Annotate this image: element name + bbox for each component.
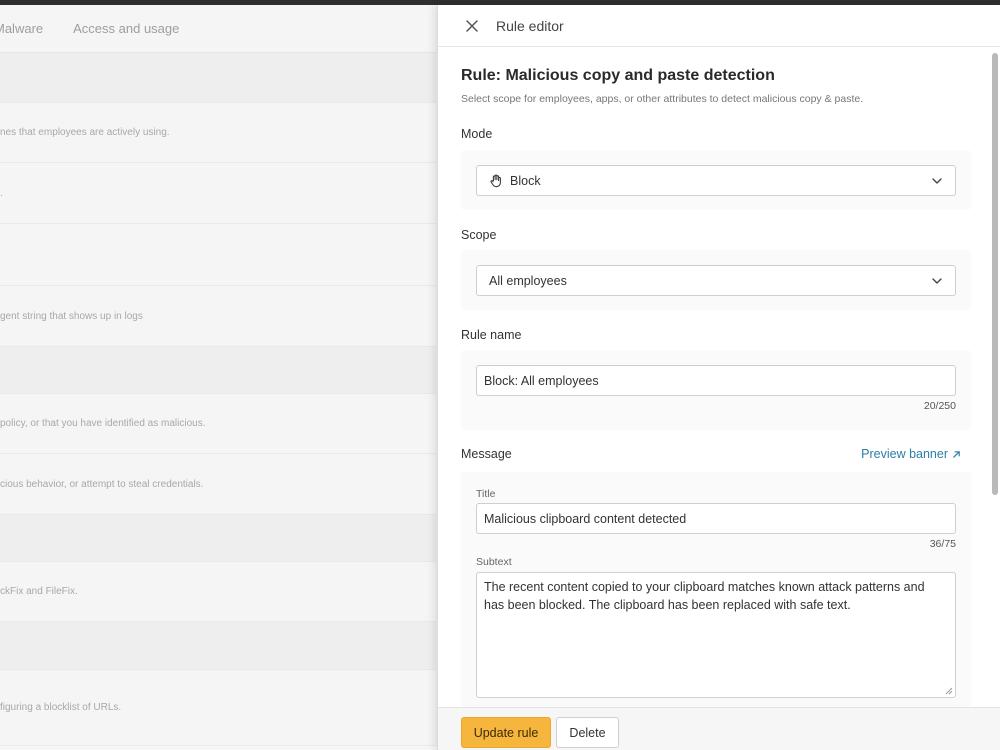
background-row: gent string that shows up in logs bbox=[0, 286, 436, 347]
background-section-header bbox=[0, 53, 436, 103]
delete-button[interactable]: Delete bbox=[556, 717, 619, 748]
background-section-header bbox=[0, 622, 436, 670]
panel-body: Rule: Malicious copy and paste detection… bbox=[438, 47, 990, 707]
close-icon bbox=[466, 19, 478, 32]
background-section-header bbox=[0, 347, 436, 394]
background-tabs: Malware Access and usage bbox=[0, 5, 436, 53]
message-title-counter: 36/75 bbox=[929, 538, 956, 550]
rule-description: Select scope for employees, apps, or oth… bbox=[461, 93, 864, 105]
message-subtext-value: The recent content copied to your clipbo… bbox=[484, 580, 925, 612]
background-row: . bbox=[0, 163, 436, 224]
panel-footer: Update rule Delete bbox=[438, 707, 1000, 750]
rule-editor-panel: Rule editor Rule: Malicious copy and pas… bbox=[437, 5, 1000, 750]
message-label: Message bbox=[461, 447, 512, 461]
background-page: Malware Access and usage nes that employ… bbox=[0, 5, 436, 750]
close-button[interactable] bbox=[457, 11, 487, 41]
message-title-label: Title bbox=[476, 488, 496, 500]
background-row bbox=[0, 224, 436, 286]
background-row: cious behavior, or attempt to steal cred… bbox=[0, 454, 436, 515]
message-subtext-textarea[interactable]: The recent content copied to your clipbo… bbox=[476, 572, 956, 698]
rule-title: Rule: Malicious copy and paste detection bbox=[461, 67, 775, 84]
panel-header: Rule editor bbox=[438, 5, 1000, 47]
preview-banner-link[interactable]: Preview banner bbox=[861, 447, 961, 461]
tab-access-and-usage[interactable]: Access and usage bbox=[73, 21, 179, 36]
tab-malware[interactable]: Malware bbox=[0, 21, 43, 36]
scope-label: Scope bbox=[461, 228, 497, 242]
background-row: figuring a blocklist of URLs. bbox=[0, 670, 436, 746]
background-section-header bbox=[0, 515, 436, 562]
rule-name-input[interactable]: Block: All employees bbox=[476, 365, 956, 396]
chevron-down-icon bbox=[932, 178, 942, 184]
update-rule-button[interactable]: Update rule bbox=[461, 717, 551, 748]
mode-select[interactable]: Block bbox=[476, 165, 956, 196]
message-subtext-label: Subtext bbox=[476, 556, 512, 568]
background-row: policy, or that you have identified as m… bbox=[0, 394, 436, 454]
resize-grip-icon[interactable] bbox=[945, 687, 953, 695]
scope-value: All employees bbox=[489, 273, 567, 288]
mode-value: Block bbox=[510, 173, 541, 188]
hand-stop-icon bbox=[489, 174, 503, 188]
message-title-input[interactable]: Malicious clipboard content detected bbox=[476, 503, 956, 534]
rule-name-field-box: Block: All employees 20/250 bbox=[461, 350, 971, 430]
rule-name-label: Rule name bbox=[461, 328, 522, 342]
external-link-icon bbox=[953, 450, 960, 458]
background-row: ckFix and FileFix. bbox=[0, 562, 436, 622]
panel-title: Rule editor bbox=[496, 17, 564, 34]
rule-name-counter: 20/250 bbox=[923, 400, 956, 412]
scope-select[interactable]: All employees bbox=[476, 265, 956, 296]
mode-field-box: Block bbox=[461, 150, 971, 210]
mode-label: Mode bbox=[461, 127, 493, 141]
panel-scrollbar[interactable] bbox=[992, 53, 998, 495]
chevron-down-icon bbox=[932, 278, 942, 284]
preview-banner-label: Preview banner bbox=[861, 447, 948, 461]
scope-field-box: All employees bbox=[461, 250, 971, 310]
background-row: nes that employees are actively using. bbox=[0, 103, 436, 163]
